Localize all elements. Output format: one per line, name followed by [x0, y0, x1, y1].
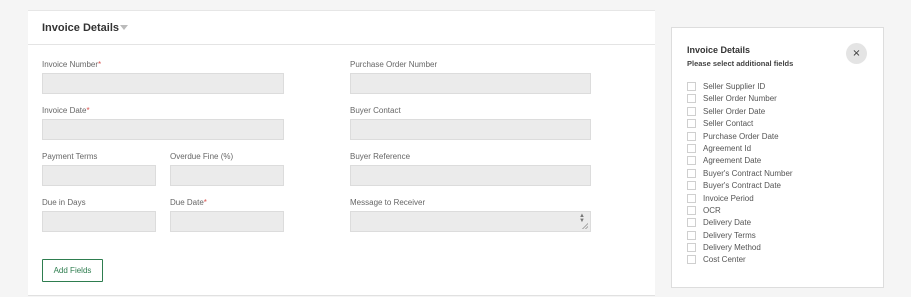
checkbox[interactable]	[687, 143, 696, 153]
close-icon[interactable]: ×	[846, 43, 867, 64]
invoice-number-label: Invoice Number*	[42, 60, 101, 69]
checkbox-label: OCR	[703, 205, 721, 215]
message-to-receiver-textarea[interactable]: ▲ ▼	[350, 211, 591, 232]
checkbox-label: Seller Order Number	[703, 94, 777, 104]
form-header[interactable]: Invoice Details	[28, 11, 655, 45]
panel-title: Invoice Details	[687, 45, 751, 55]
form-title: Invoice Details	[42, 22, 120, 34]
add-fields-button[interactable]: Add Fields	[42, 259, 103, 282]
checkbox[interactable]	[687, 156, 696, 166]
required-mark: *	[86, 106, 90, 115]
checkbox-label: Cost Center	[703, 255, 746, 265]
checkbox-label: Purchase Order Date	[703, 131, 779, 141]
checkbox[interactable]	[687, 218, 696, 228]
due-date-label-text: Due Date	[170, 198, 204, 207]
checkbox-label: Buyer's Contract Date	[703, 181, 782, 191]
additional-fields-panel: Invoice Details Please select additional…	[671, 27, 884, 288]
invoice-number-input[interactable]	[42, 73, 284, 94]
checkbox[interactable]	[687, 230, 696, 240]
purchase-order-number-label: Purchase Order Number	[350, 60, 438, 69]
overdue-fine-label: Overdue Fine (%)	[170, 152, 234, 161]
overdue-fine-input[interactable]	[170, 165, 284, 186]
message-to-receiver-label: Message to Receiver	[350, 198, 426, 207]
checkbox-label: Seller Supplier ID	[703, 82, 766, 91]
checkbox[interactable]	[687, 119, 696, 129]
checkbox-label: Buyer's Contract Number	[703, 168, 793, 178]
checkbox-label: Seller Order Date	[703, 106, 766, 116]
payment-terms-label: Payment Terms	[42, 152, 98, 161]
due-in-days-input[interactable]	[42, 211, 156, 232]
checkbox[interactable]	[687, 193, 696, 203]
due-in-days-label: Due in Days	[42, 198, 86, 207]
required-mark: *	[98, 60, 102, 69]
checkbox[interactable]	[687, 255, 696, 265]
checkbox-label: Agreement Date	[703, 156, 762, 166]
checkbox[interactable]	[687, 82, 696, 91]
buyer-reference-input[interactable]	[350, 165, 591, 186]
checkbox[interactable]	[687, 205, 696, 215]
due-date-input[interactable]	[170, 211, 284, 232]
checkbox-label: Delivery Date	[703, 218, 752, 228]
checkbox-label: Agreement Id	[703, 143, 752, 153]
buyer-reference-label: Buyer Reference	[350, 152, 411, 161]
required-mark: *	[203, 198, 207, 207]
checkbox-label: Delivery Method	[703, 243, 761, 253]
checkbox[interactable]	[687, 181, 696, 191]
caret-down-icon[interactable]	[120, 25, 128, 30]
buyer-contact-label: Buyer Contact	[350, 106, 401, 115]
purchase-order-number-input[interactable]	[350, 73, 591, 94]
invoice-number-label-text: Invoice Number	[42, 60, 99, 69]
invoice-date-input[interactable]	[42, 119, 284, 140]
invoice-details-form: Invoice Details Invoice Number* Purchase…	[28, 10, 655, 296]
checkbox[interactable]	[687, 131, 696, 141]
checkbox-label: Seller Contact	[703, 119, 754, 129]
checkbox-label: Invoice Period	[703, 193, 754, 203]
checkbox-label: Delivery Terms	[703, 230, 756, 240]
resize-handle-icon[interactable]	[582, 223, 588, 229]
buyer-contact-input[interactable]	[350, 119, 591, 140]
payment-terms-input[interactable]	[42, 165, 156, 186]
panel-subtitle: Please select additional fields	[687, 59, 794, 68]
checkbox[interactable]	[687, 94, 696, 104]
invoice-date-label: Invoice Date*	[42, 106, 90, 115]
due-date-label: Due Date*	[170, 198, 207, 207]
invoice-date-label-text: Invoice Date	[42, 106, 87, 115]
checkbox[interactable]	[687, 168, 696, 178]
checkbox[interactable]	[687, 106, 696, 116]
checkbox[interactable]	[687, 243, 696, 253]
